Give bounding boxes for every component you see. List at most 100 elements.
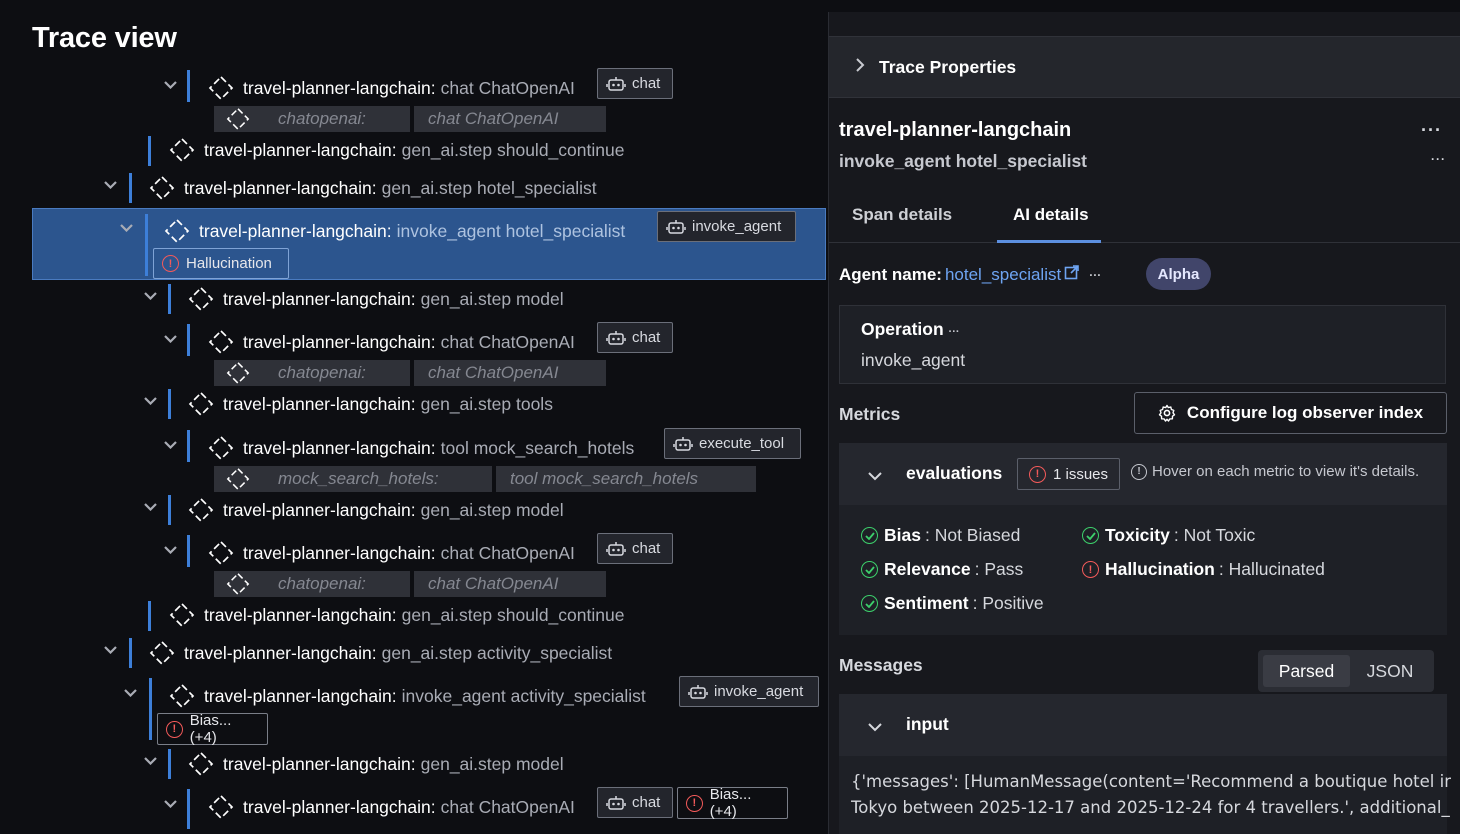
- tree-indent-bar: [168, 389, 171, 419]
- span-attributes-row: chatopenai: chat ChatOpenAI: [214, 571, 610, 597]
- format-parsed-option[interactable]: Parsed: [1263, 655, 1350, 687]
- chevron-down-icon[interactable]: [164, 546, 177, 554]
- agent-more-icon[interactable]: ···: [1089, 268, 1101, 282]
- page-title: Trace view: [32, 22, 177, 54]
- chevron-down-icon[interactable]: [868, 468, 882, 486]
- chevron-down-icon[interactable]: [144, 397, 157, 405]
- tree-row[interactable]: travel-planner-langchain: tool mock_searc…: [207, 431, 634, 465]
- span-icon: [207, 328, 235, 356]
- span-attribute-cell: mock_search_hotels:: [214, 466, 492, 492]
- attribute-text: chatopenai:: [278, 109, 366, 128]
- tab-ai-details[interactable]: AI details: [1013, 205, 1089, 225]
- chevron-down-icon[interactable]: [104, 646, 117, 654]
- evaluations-header[interactable]: evaluations ! 1 issues ! Hover on each me…: [839, 443, 1447, 505]
- metric-sentiment[interactable]: Sentiment: Positive: [861, 593, 1044, 614]
- chevron-right-icon[interactable]: [855, 57, 865, 78]
- span-icon: [148, 639, 176, 667]
- chevron-down-icon[interactable]: [104, 181, 117, 189]
- tab-span-details[interactable]: Span details: [852, 205, 952, 225]
- issue-badge[interactable]: ! Hallucination: [153, 248, 289, 279]
- metric-hallucination[interactable]: ! Hallucination: Hallucinated: [1082, 559, 1325, 580]
- span-operation: invoke_agent activity_specialist: [401, 685, 646, 706]
- tree-indent-bar: [187, 324, 190, 356]
- span-operation: tool mock_search_hotels: [440, 437, 635, 458]
- chevron-down-icon[interactable]: [144, 292, 157, 300]
- tree-row[interactable]: travel-planner-langchain: chat ChatOpenAI: [207, 71, 575, 105]
- issue-badge[interactable]: ! Bias...(+4): [157, 712, 268, 746]
- tree-row[interactable]: travel-planner-langchain: gen_ai.step too…: [187, 387, 553, 421]
- tree-indent-bar: [149, 678, 152, 740]
- span-operation: gen_ai.step model: [420, 753, 564, 774]
- issue-badge[interactable]: ! Bias...(+4): [677, 786, 788, 820]
- trace-properties-header[interactable]: Trace Properties: [829, 36, 1460, 98]
- tree-row[interactable]: travel-planner-langchain: invoke_agent ac…: [168, 679, 646, 713]
- agent-name-link[interactable]: hotel_specialist: [945, 265, 1061, 285]
- span-service: travel-planner-langchain:: [243, 542, 436, 563]
- operation-card: Operation ··· invoke_agent: [839, 305, 1446, 384]
- span-operation: gen_ai.step should_continue: [401, 604, 625, 625]
- metric-value: : Not Biased: [924, 525, 1021, 545]
- error-icon: !: [162, 255, 179, 272]
- tree-indent-bar: [187, 535, 190, 567]
- span-attribute-cell: chat ChatOpenAI: [414, 360, 606, 386]
- span-icon: [226, 467, 250, 491]
- metric-value: : Hallucinated: [1218, 559, 1325, 579]
- chevron-down-icon[interactable]: [144, 757, 157, 765]
- span-service: travel-planner-langchain:: [223, 288, 416, 309]
- chevron-down-icon[interactable]: [144, 503, 157, 511]
- span-operation: chat ChatOpenAI: [440, 796, 575, 817]
- external-link-icon[interactable]: [1064, 264, 1080, 285]
- tree-row[interactable]: travel-planner-langchain: gen_ai.step act…: [148, 636, 612, 670]
- span-kind-badge: invoke_agent: [657, 211, 796, 242]
- tree-row[interactable]: travel-planner-langchain: invoke_agent ho…: [163, 214, 625, 248]
- input-line: Tokyo between 2025-12-17 and 2025-12-24 …: [851, 798, 1450, 817]
- tree-row[interactable]: travel-planner-langchain: gen_ai.step hot…: [148, 171, 597, 205]
- tree-row[interactable]: travel-planner-langchain: gen_ai.step mod…: [187, 493, 564, 527]
- trace-properties-panel: Trace Properties travel-planner-langchai…: [828, 12, 1460, 834]
- attribute-text: chatopenai:: [278, 574, 366, 593]
- chevron-down-icon[interactable]: [164, 81, 177, 89]
- metric-relevance[interactable]: Relevance: Pass: [861, 559, 1023, 580]
- tree-row[interactable]: travel-planner-langchain: gen_ai.step sho…: [168, 133, 624, 167]
- operation-more-icon[interactable]: ···: [949, 326, 960, 338]
- chevron-down-icon[interactable]: [164, 800, 177, 808]
- metric-toxicity[interactable]: Toxicity: Not Toxic: [1082, 525, 1255, 546]
- tree-row[interactable]: travel-planner-langchain: chat ChatOpenAI: [207, 790, 575, 824]
- issue-label: Bias...(+4): [709, 786, 752, 820]
- span-attribute-cell: chat ChatOpenAI: [414, 571, 606, 597]
- tree-row[interactable]: travel-planner-langchain: gen_ai.step mod…: [187, 282, 564, 316]
- tab-divider: [829, 242, 1460, 243]
- span-attributes-row: mock_search_hotels: tool mock_search_hote…: [214, 466, 760, 492]
- operation-label: Operation ···: [861, 319, 960, 339]
- tree-indent-bar: [168, 749, 171, 779]
- more-options-icon[interactable]: ···: [1421, 120, 1442, 141]
- span-icon: [168, 136, 196, 164]
- more-options-small-icon[interactable]: ···: [1431, 152, 1446, 166]
- tree-indent-bar: [168, 495, 171, 525]
- issues-badge[interactable]: ! 1 issues: [1017, 458, 1120, 490]
- format-json-option[interactable]: JSON: [1350, 655, 1430, 687]
- badge-label: chat: [632, 329, 661, 346]
- tree-row[interactable]: travel-planner-langchain: chat ChatOpenAI: [207, 325, 575, 359]
- chevron-down-icon[interactable]: [120, 224, 133, 232]
- chevron-down-icon[interactable]: [868, 719, 882, 737]
- robot-icon: [673, 436, 693, 452]
- configure-log-observer-button[interactable]: Configure log observer index: [1134, 392, 1447, 434]
- configure-button-label: Configure log observer index: [1186, 403, 1424, 422]
- span-operation: chat ChatOpenAI: [440, 542, 575, 563]
- tree-row[interactable]: travel-planner-langchain: gen_ai.step sho…: [168, 598, 624, 632]
- badge-label: chat: [632, 794, 661, 811]
- span-icon: [168, 601, 196, 629]
- chevron-down-icon[interactable]: [164, 441, 177, 449]
- input-section-header[interactable]: input: [839, 694, 1447, 756]
- chevron-down-icon[interactable]: [124, 689, 137, 697]
- chevron-down-icon[interactable]: [164, 335, 177, 343]
- check-circle-icon: [861, 595, 878, 612]
- robot-icon: [606, 795, 626, 811]
- span-kind-badge: chat: [597, 533, 673, 564]
- span-service: travel-planner-langchain:: [243, 437, 436, 458]
- metric-bias[interactable]: Bias: Not Biased: [861, 525, 1020, 546]
- span-operation: gen_ai.step hotel_specialist: [381, 177, 597, 198]
- tree-row[interactable]: travel-planner-langchain: gen_ai.step mod…: [187, 747, 564, 781]
- tree-row[interactable]: travel-planner-langchain: chat ChatOpenAI: [207, 536, 575, 570]
